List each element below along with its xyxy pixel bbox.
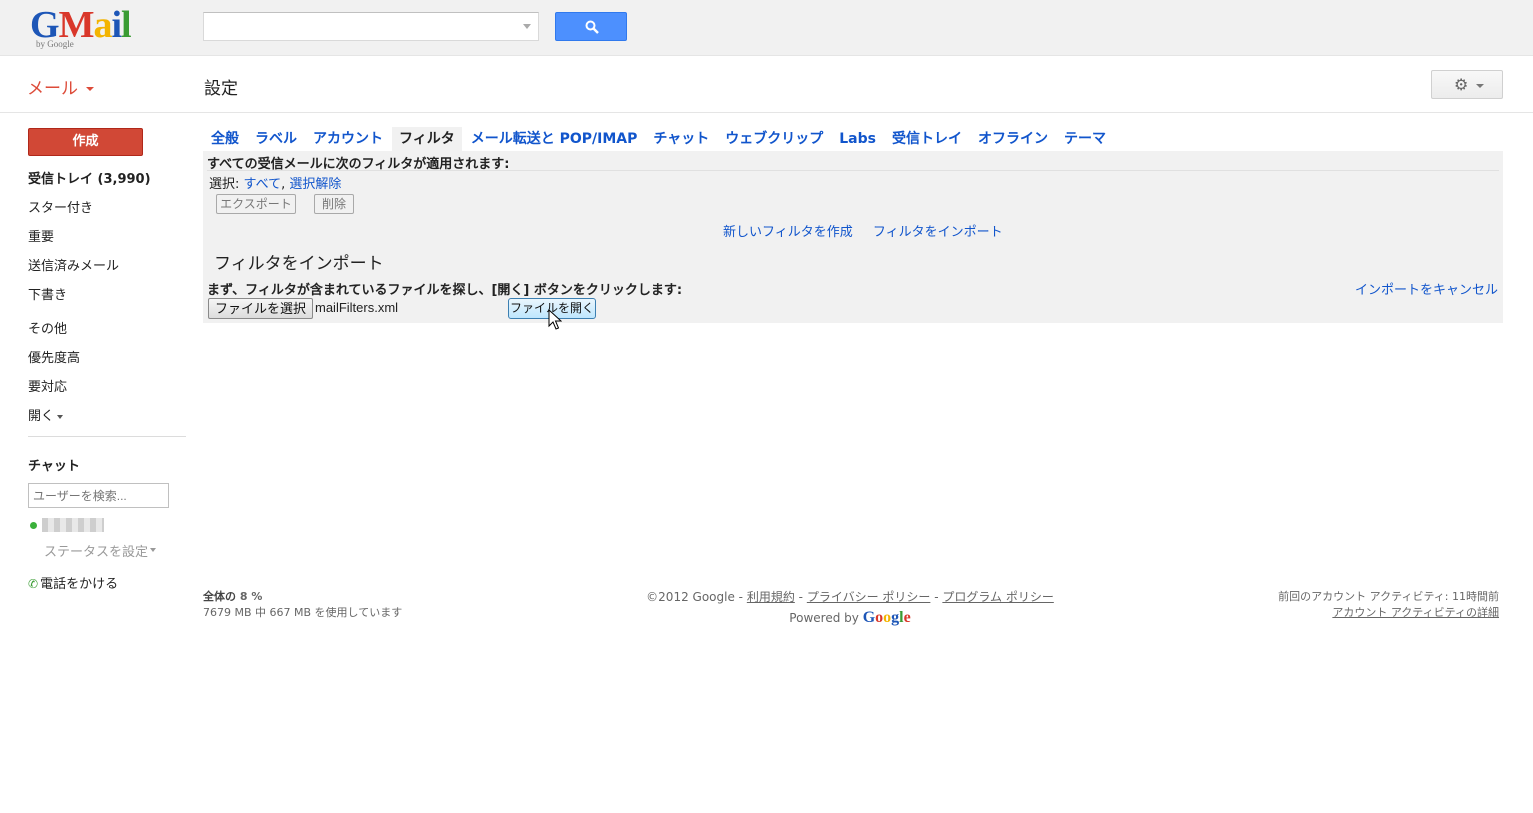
search-icon — [585, 20, 599, 34]
import-filters-link[interactable]: フィルタをインポート — [873, 225, 1003, 240]
tab-forwarding-pop-imap[interactable]: メール転送と POP/IMAP — [464, 127, 645, 151]
import-instruction: まず、フィルタが含まれているファイルを探し、[開く] ボタンをクリックします: — [207, 283, 683, 298]
sidebar-nav: 受信トレイ (3,990) スター付き 重要 送信済みメール 下書き その他 優… — [28, 170, 188, 436]
settings-button[interactable]: ⚙ — [1431, 70, 1503, 99]
search-box[interactable] — [203, 12, 539, 41]
sidebar-item-sent[interactable]: 送信済みメール — [28, 257, 188, 286]
tab-chat[interactable]: チャット — [646, 127, 716, 151]
mouse-cursor-icon — [548, 309, 562, 330]
last-activity: 前回のアカウント アクティビティ: 11時間前 — [1278, 590, 1499, 603]
sidebar-item-more[interactable]: 開く — [28, 407, 188, 436]
search-button[interactable] — [555, 12, 627, 41]
sidebar-item-priority[interactable]: 優先度高 — [28, 349, 188, 378]
quota-usage: 7679 MB 中 667 MB を使用しています — [203, 606, 403, 619]
sidebar-item-starred[interactable]: スター付き — [28, 199, 188, 228]
tab-general[interactable]: 全般 — [204, 127, 246, 151]
select-row: 選択: すべて, 選択解除 — [209, 177, 342, 192]
gmail-logo-sub: by Google — [36, 39, 74, 49]
cancel-import-link[interactable]: インポートをキャンセル — [1355, 279, 1498, 298]
sidebar-item-drafts[interactable]: 下書き — [28, 286, 188, 315]
activity-details-link[interactable]: アカウント アクティビティの詳細 — [1332, 606, 1499, 619]
search-options-caret-icon[interactable] — [523, 24, 531, 29]
terms-link[interactable]: 利用規約 — [747, 590, 795, 604]
sub-bar: メール 設定 ⚙ — [0, 56, 1533, 113]
footer-activity: 前回のアカウント アクティビティ: 11時間前 アカウント アクティビティの詳細 — [1278, 588, 1499, 620]
footer-links: ©2012 Google - 利用規約 - プライバシー ポリシー - プログラ… — [646, 590, 1054, 604]
sidebar-item-inbox[interactable]: 受信トレイ (3,990) — [28, 170, 188, 199]
top-bar: GMail by Google — [0, 0, 1533, 56]
chat-search-input[interactable] — [28, 483, 169, 508]
filter-links: 新しいフィルタを作成 フィルタをインポート — [723, 221, 1019, 240]
compose-button[interactable]: 作成 — [28, 128, 143, 156]
filters-panel: すべての受信メールに次のフィルタが適用されます: 選択: すべて, 選択解除 エ… — [203, 151, 1503, 323]
export-button[interactable]: エクスポート — [216, 194, 296, 214]
powered-by-label: Powered by — [789, 611, 859, 625]
page-title: 設定 — [204, 79, 238, 99]
google-logo: Google — [862, 609, 911, 626]
import-title: フィルタをインポート — [214, 254, 384, 274]
quota-percent: 8 % — [239, 590, 263, 603]
mail-menu-label: メール — [27, 79, 78, 99]
tab-labels[interactable]: ラベル — [248, 127, 304, 151]
program-policy-link[interactable]: プログラム ポリシー — [942, 590, 1053, 604]
copyright: ©2012 Google - — [646, 590, 743, 604]
gmail-logo[interactable]: GMail by Google — [30, 3, 140, 51]
choose-file-button[interactable]: ファイルを選択 — [208, 298, 314, 319]
selected-file-name: mailFilters.xml — [315, 300, 399, 315]
select-none-link[interactable]: 選択解除 — [289, 177, 341, 192]
sidebar-item-action-required[interactable]: 要対応 — [28, 378, 188, 407]
tab-web-clips[interactable]: ウェブクリップ — [718, 127, 830, 151]
call-phone-link[interactable]: ✆ 電話をかける — [28, 573, 118, 592]
chevron-down-icon — [86, 87, 94, 91]
chat-title: チャット — [28, 459, 80, 474]
quota-label: 全体の — [203, 590, 236, 603]
call-phone-label: 電話をかける — [40, 577, 119, 592]
sidebar-divider — [28, 436, 186, 437]
select-label: 選択: — [209, 177, 240, 192]
search-input[interactable] — [204, 13, 504, 40]
tab-labs[interactable]: Labs — [832, 127, 883, 151]
powered-by: Powered by Google — [600, 609, 1100, 627]
create-filter-link[interactable]: 新しいフィルタを作成 — [723, 225, 853, 240]
status-select[interactable]: ステータスを設定 — [44, 541, 154, 560]
quota-line: 全体の 8 % — [203, 588, 402, 604]
gear-icon: ⚙ — [1454, 75, 1469, 94]
select-all-link[interactable]: すべて — [244, 177, 282, 192]
footer-quota: 全体の 8 % 7679 MB 中 667 MB を使用しています — [203, 588, 402, 620]
settings-tabs: 全般 ラベル アカウント フィルタ メール転送と POP/IMAP チャット ウ… — [204, 127, 1115, 151]
phone-icon: ✆ — [28, 577, 39, 591]
privacy-link[interactable]: プライバシー ポリシー — [807, 590, 931, 604]
sidebar-more-label: 開く — [28, 409, 55, 424]
chevron-down-icon[interactable] — [150, 548, 156, 552]
mail-menu[interactable]: メール — [27, 74, 94, 99]
online-status-icon — [30, 522, 37, 529]
tab-filters[interactable]: フィルタ — [392, 127, 462, 151]
delete-button[interactable]: 削除 — [314, 194, 354, 214]
tab-accounts[interactable]: アカウント — [306, 127, 390, 151]
chevron-down-icon — [1476, 84, 1484, 88]
blurred-user-name — [42, 518, 104, 532]
footer-center: ©2012 Google - 利用規約 - プライバシー ポリシー - プログラ… — [600, 588, 1100, 627]
tab-inbox[interactable]: 受信トレイ — [885, 127, 969, 151]
chevron-down-icon — [57, 414, 64, 419]
sidebar-item-important[interactable]: 重要 — [28, 228, 188, 257]
divider — [207, 170, 1499, 171]
tab-themes[interactable]: テーマ — [1057, 127, 1113, 151]
sidebar-item-other[interactable]: その他 — [28, 320, 188, 349]
tab-offline[interactable]: オフライン — [971, 127, 1055, 151]
